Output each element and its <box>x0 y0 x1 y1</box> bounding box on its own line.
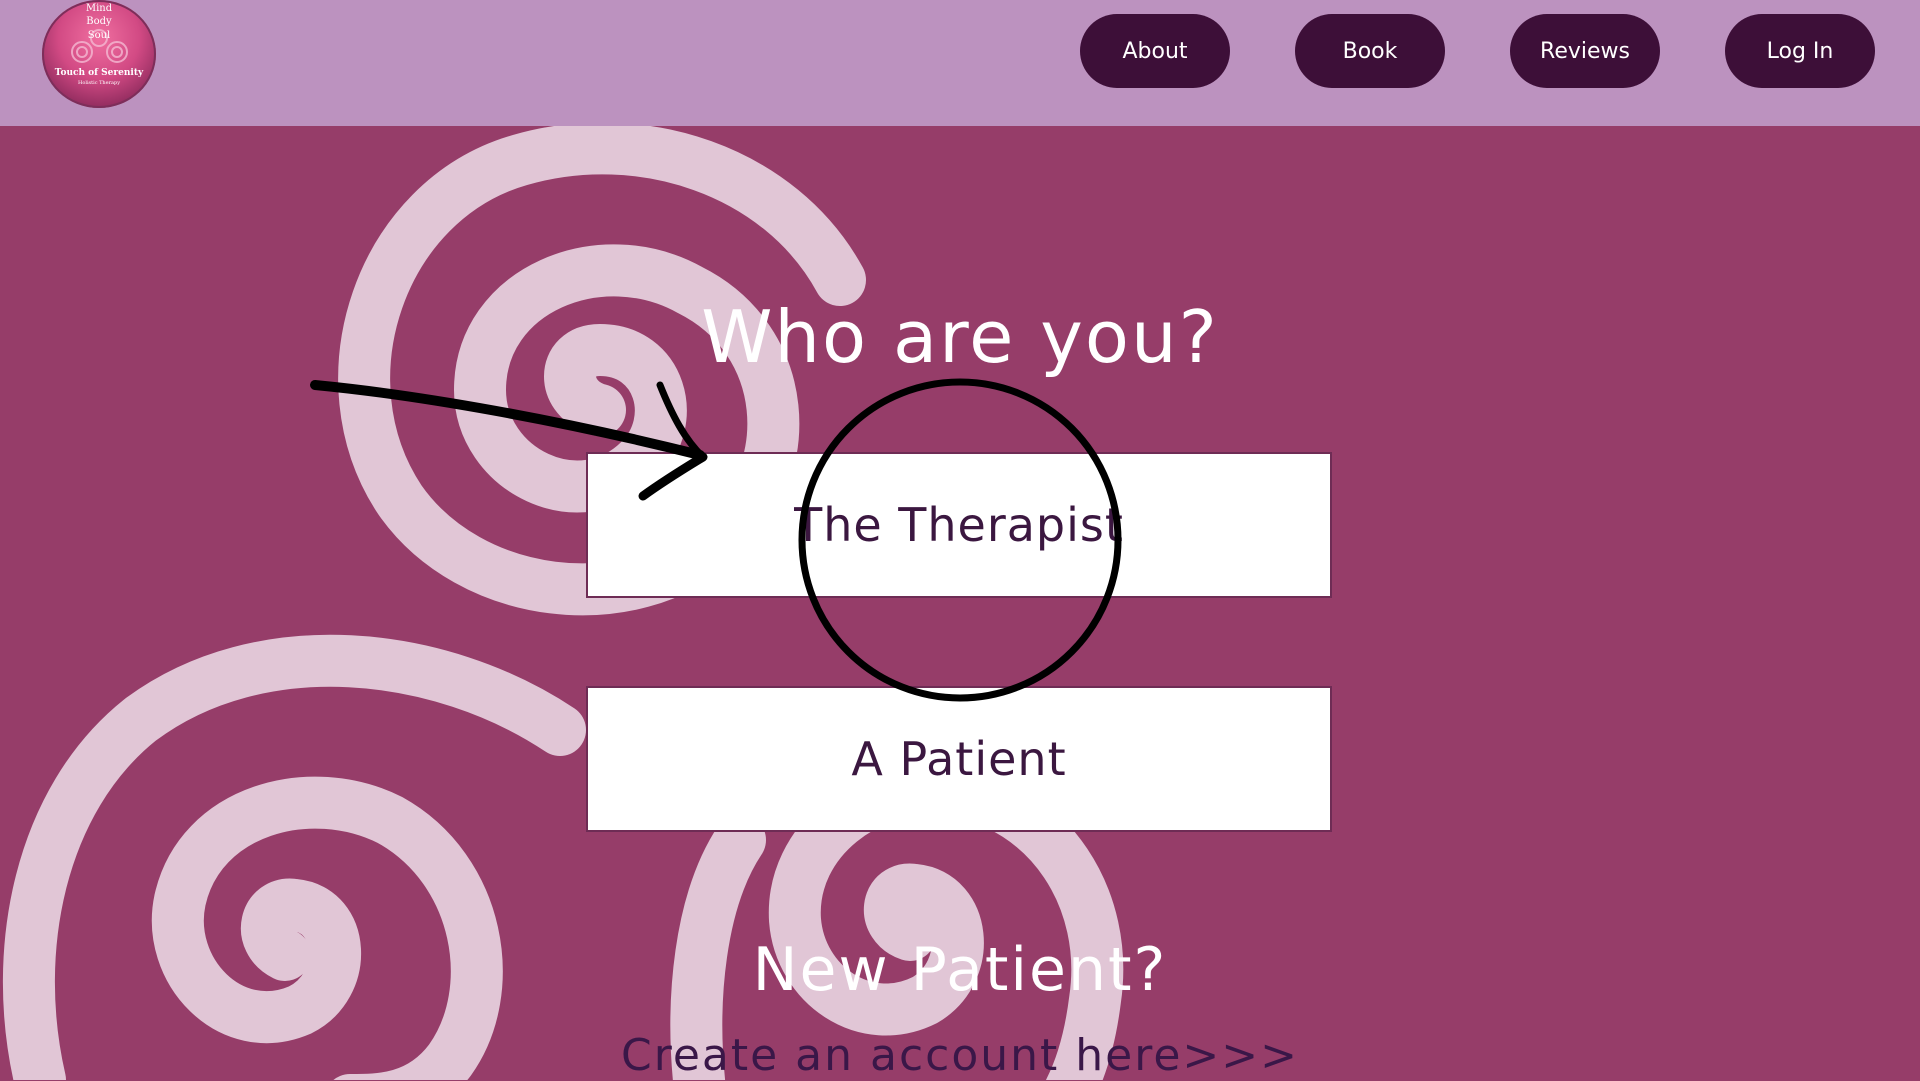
nav-about-button[interactable]: About <box>1080 14 1230 88</box>
patient-option-button[interactable]: A Patient <box>586 686 1332 832</box>
site-logo[interactable]: Mind Body Soul Touch of Serenity Holisti… <box>42 0 156 108</box>
logo-text-body: Body <box>86 16 112 27</box>
logo-brand-name: Touch of Serenity <box>54 68 144 78</box>
page-title: Who are you? <box>701 295 1219 379</box>
therapist-option-button[interactable]: The Therapist <box>586 452 1332 598</box>
logo-text-mind: Mind <box>85 3 113 14</box>
nav-book-button[interactable]: Book <box>1295 14 1445 88</box>
nav-reviews-button[interactable]: Reviews <box>1510 14 1660 88</box>
logo-text-soul: Soul <box>87 30 111 41</box>
create-account-link[interactable]: Create an account here>>> <box>530 1030 1390 1081</box>
site-header: Mind Body Soul Touch of Serenity Holisti… <box>0 0 1920 126</box>
logo-tagline: Holistic Therapy <box>77 80 121 86</box>
nav-login-button[interactable]: Log In <box>1725 14 1875 88</box>
spiral-bottom-left <box>2 634 586 1080</box>
new-patient-heading: New Patient? <box>752 935 1168 1005</box>
